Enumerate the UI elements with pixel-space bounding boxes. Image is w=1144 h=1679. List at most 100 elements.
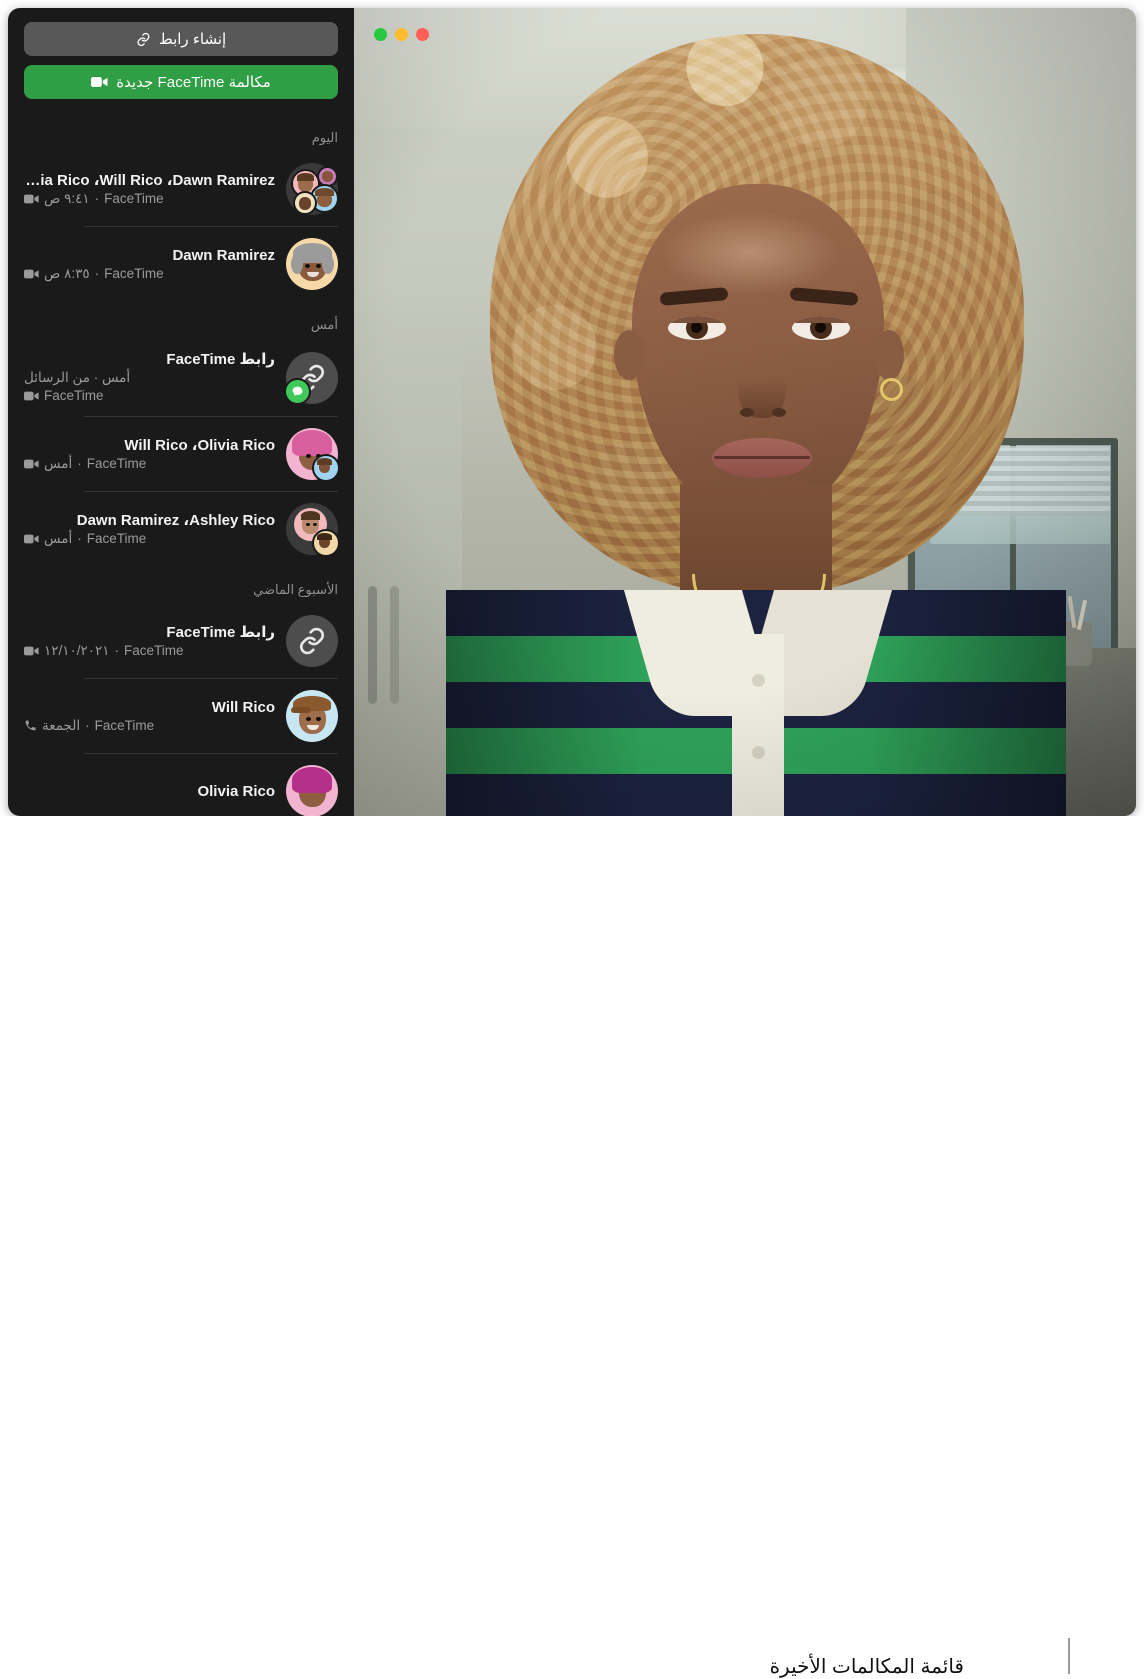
door-handle	[368, 586, 377, 704]
link-icon	[286, 615, 338, 667]
video-preview-pane[interactable]	[354, 8, 1136, 816]
avatar	[286, 615, 338, 667]
nostril-right	[772, 408, 786, 417]
new-facetime-label: مكالمة FaceTime جديدة	[116, 74, 271, 91]
call-row-title: Will Rico	[211, 698, 275, 716]
call-row-title: رابط FaceTime	[166, 351, 275, 368]
call-row-time: ٨:٣٥ ص	[44, 265, 90, 281]
close-button[interactable]	[416, 28, 429, 41]
avatar	[286, 690, 338, 742]
call-row-meta: Will Rico الجمعة · FaceTime	[24, 698, 275, 735]
facetime-window: إنشاء رابط مكالمة FaceTime جديدة اليوم O…	[8, 8, 1136, 816]
call-row-service: FaceTime	[124, 642, 184, 658]
call-row-pair-ashley[interactable]: Dawn Ramirez ،Ashley Rico أمس · FaceTime	[8, 492, 354, 566]
call-row-title: Dawn Ramirez	[172, 246, 275, 264]
call-row-subtitle: أمس · FaceTime	[24, 455, 275, 473]
call-row-service: FaceTime	[104, 265, 164, 281]
call-row-separator: ·	[77, 530, 82, 546]
video-camera-icon	[24, 646, 39, 656]
screenshot-root: إنشاء رابط مكالمة FaceTime جديدة اليوم O…	[0, 0, 1144, 1678]
call-row-title: Olivia Rico ،Will Rico ،Dawn Ramirez	[24, 171, 275, 189]
avatar	[286, 765, 338, 816]
cluster-avatar-4	[293, 191, 317, 215]
call-row-separator: ·	[85, 717, 90, 733]
call-row-separator: ·	[114, 642, 120, 658]
speech-bubble-icon	[292, 386, 303, 396]
call-row-subtitle: FaceTime	[24, 387, 275, 405]
ear-left	[614, 330, 644, 380]
call-row-service: FaceTime	[86, 455, 147, 471]
sidebar-actions: إنشاء رابط مكالمة FaceTime جديدة	[8, 8, 354, 114]
video-camera-icon	[91, 76, 108, 88]
section-header-last-week: الأسبوع الماضي	[253, 582, 338, 597]
call-row-link-yesterday[interactable]: رابط FaceTime أمس · من الرسائل FaceTime	[8, 339, 354, 416]
call-row-meta: رابط FaceTime ١٢/١٠/٢٠٢١ · FaceTime	[24, 623, 275, 660]
memoji-olivia	[286, 765, 338, 816]
call-row-title: Dawn Ramirez ،Ashley Rico	[76, 511, 275, 529]
ear-right	[874, 330, 904, 380]
memoji-secondary	[312, 454, 340, 482]
call-row-meta: Dawn Ramirez ،Ashley Rico أمس · FaceTime	[24, 511, 275, 548]
call-row-subtitle: أمس · FaceTime	[24, 530, 275, 548]
call-row-subtitle: ٩:٤١ ص · FaceTime	[24, 190, 275, 208]
call-row-will-lastweek[interactable]: Will Rico الجمعة · FaceTime	[8, 679, 354, 753]
callout-label: قائمة المكالمات الأخيرة	[769, 1656, 964, 1678]
call-row-title: Olivia Rico	[197, 782, 275, 800]
section-header-today: اليوم	[311, 130, 338, 145]
call-row-meta: Dawn Ramirez ٨:٣٥ ص · FaceTime	[24, 246, 275, 283]
call-row-meta: Will Rico ،Olivia Rico أمس · FaceTime	[24, 436, 275, 473]
shirt-placket	[732, 634, 784, 816]
memoji-dawn	[286, 238, 338, 290]
section-header-yesterday: أمس	[310, 317, 338, 332]
call-row-link-lastweek[interactable]: رابط FaceTime ١٢/١٠/٢٠٢١ · FaceTime	[8, 604, 354, 678]
video-camera-icon	[24, 459, 39, 469]
lip-line	[714, 456, 810, 459]
memoji-secondary	[312, 529, 340, 557]
video-camera-icon	[24, 391, 39, 401]
calls-sidebar: إنشاء رابط مكالمة FaceTime جديدة اليوم O…	[8, 8, 354, 816]
call-row-separator: ·	[94, 265, 100, 281]
call-row-group-today[interactable]: Olivia Rico ،Will Rico ،Dawn Ramirez ٩:٤…	[8, 152, 354, 226]
avatar	[286, 163, 339, 215]
call-row-subtitle: الجمعة · FaceTime	[24, 717, 275, 735]
call-row-time: ١٢/١٠/٢٠٢١	[44, 642, 110, 658]
call-row-dawn-today[interactable]: Dawn Ramirez ٨:٣٥ ص · FaceTime	[8, 227, 354, 301]
eyelid-right	[792, 316, 850, 323]
eye-right	[792, 316, 850, 340]
zoom-button[interactable]	[374, 28, 387, 41]
eyelid-left	[668, 316, 726, 323]
recent-calls-list[interactable]: اليوم Olivia Rico ،Will Rico ،Dawn Ramir…	[8, 114, 354, 816]
call-row-olivia-lastweek[interactable]: Olivia Rico	[8, 754, 354, 816]
video-camera-icon	[24, 194, 39, 204]
call-row-origin: أمس · من الرسائل	[24, 369, 275, 387]
callout-area: قائمة المكالمات الأخيرة	[0, 816, 1144, 1678]
call-row-time: أمس	[44, 455, 73, 471]
call-row-meta: Olivia Rico ،Will Rico ،Dawn Ramirez ٩:٤…	[24, 171, 275, 208]
create-link-button[interactable]: إنشاء رابط	[24, 22, 338, 56]
call-row-service: FaceTime	[44, 388, 104, 403]
call-row-meta: Olivia Rico	[24, 782, 275, 801]
create-link-label: إنشاء رابط	[158, 31, 227, 48]
window-controls	[374, 28, 429, 41]
link-icon	[136, 32, 151, 47]
call-row-pair-olivia[interactable]: Will Rico ،Olivia Rico أمس · FaceTime	[8, 417, 354, 491]
video-camera-icon	[24, 269, 39, 279]
group-avatar-cluster	[286, 163, 339, 215]
new-facetime-button[interactable]: مكالمة FaceTime جديدة	[24, 65, 338, 99]
avatar	[286, 503, 340, 557]
messages-badge	[284, 377, 311, 405]
eye-left	[668, 316, 726, 340]
memoji-will	[286, 690, 338, 742]
shirt-button-bottom	[752, 746, 765, 759]
phone-icon	[24, 719, 37, 732]
avatar	[286, 428, 340, 482]
earring	[880, 378, 903, 401]
call-row-service: FaceTime	[94, 717, 155, 733]
call-row-title: رابط FaceTime	[166, 623, 275, 641]
call-row-subtitle: ١٢/١٠/٢٠٢١ · FaceTime	[24, 642, 275, 660]
minimize-button[interactable]	[395, 28, 408, 41]
call-row-time: أمس	[44, 530, 73, 546]
call-row-title: Will Rico ،Olivia Rico	[124, 436, 275, 454]
call-row-subtitle: ٨:٣٥ ص · FaceTime	[24, 265, 275, 283]
forehead-highlight	[662, 212, 838, 294]
